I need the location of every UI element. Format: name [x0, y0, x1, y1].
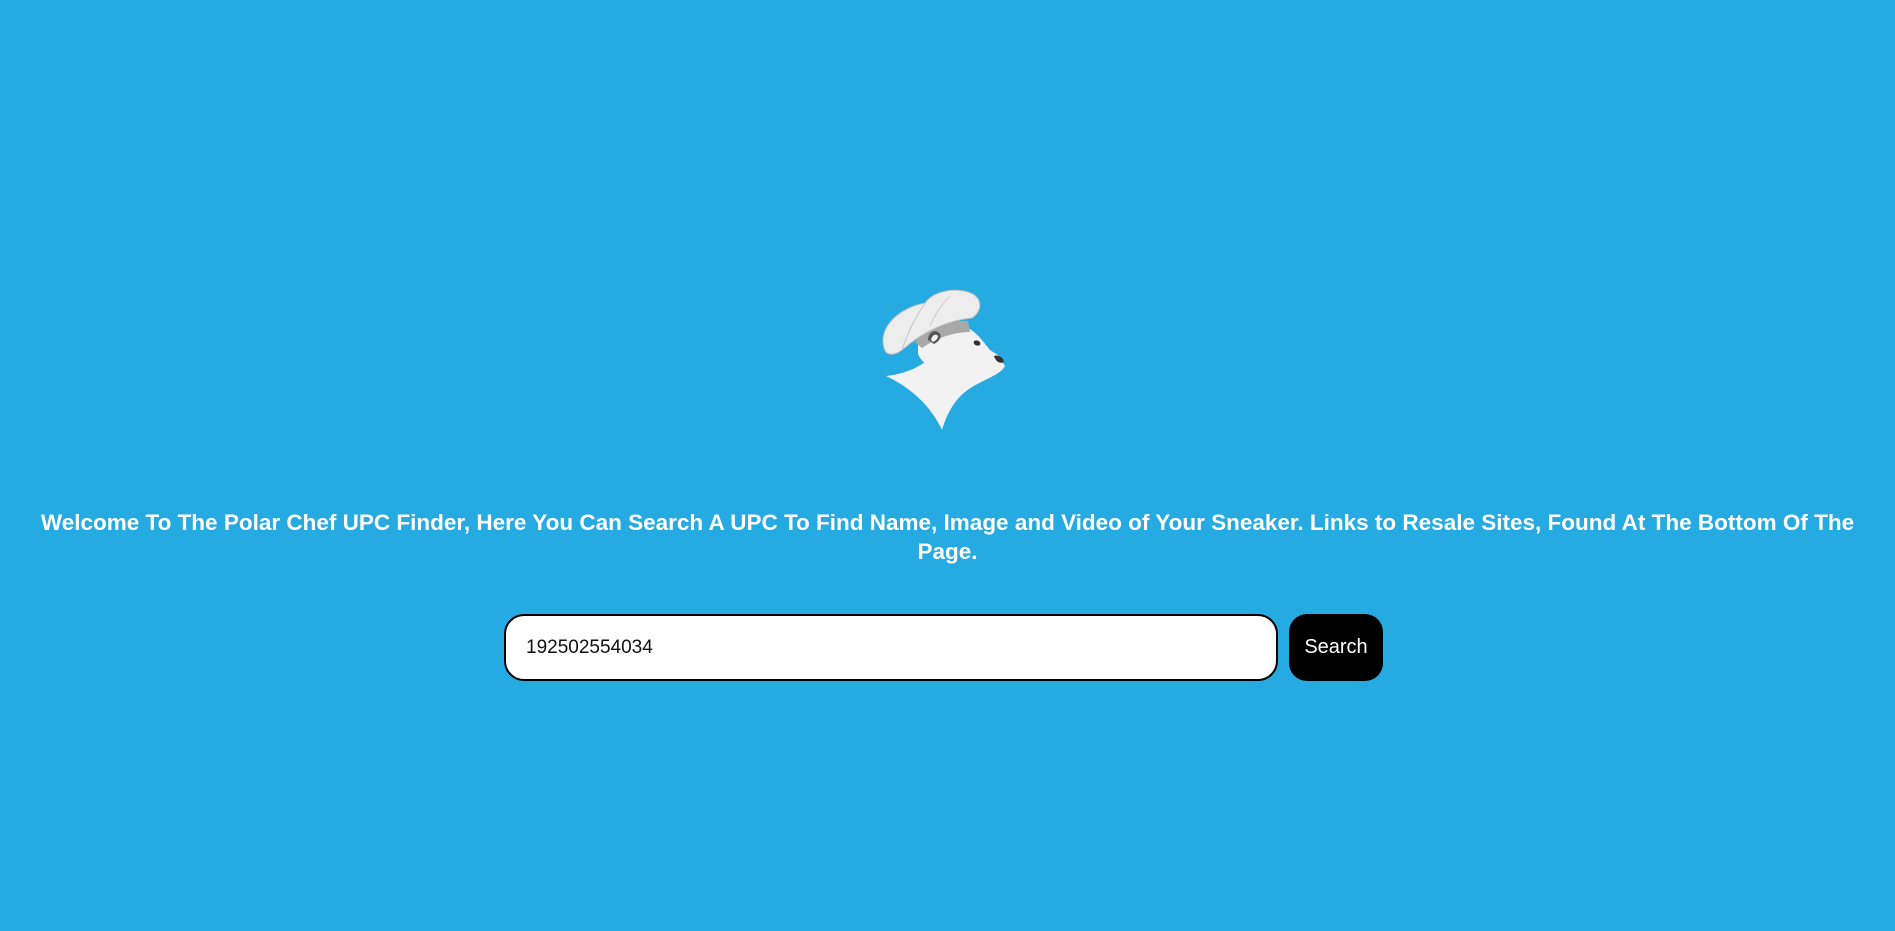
polar-bear-chef-logo-icon: [882, 289, 1005, 430]
welcome-heading: Welcome To The Polar Chef UPC Finder, He…: [40, 510, 1855, 564]
upc-search-input[interactable]: [504, 614, 1278, 681]
search-button[interactable]: Search: [1289, 614, 1383, 681]
upc-finder-page: Welcome To The Polar Chef UPC Finder, He…: [0, 0, 1895, 931]
